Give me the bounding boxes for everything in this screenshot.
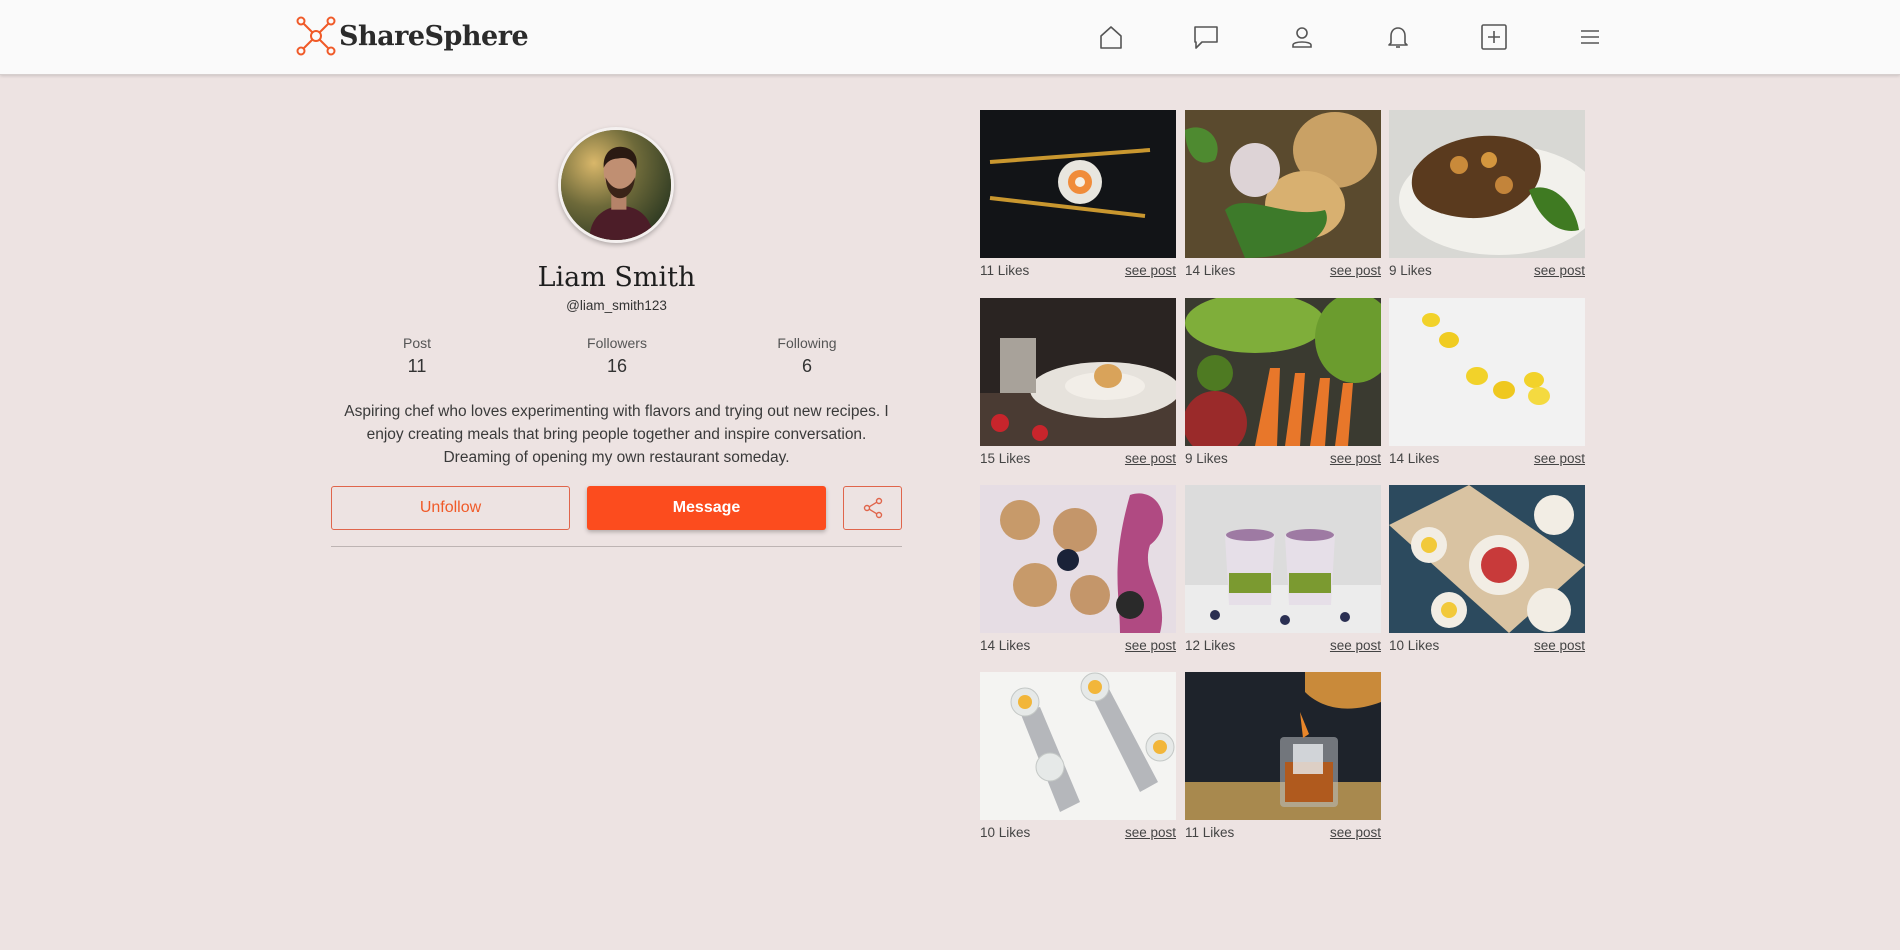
nav-profile-button[interactable]	[1285, 20, 1319, 54]
unfollow-button[interactable]: Unfollow	[331, 486, 570, 530]
post-likes: 14 Likes	[1389, 451, 1440, 466]
post-likes: 11 Likes	[980, 263, 1030, 278]
post-card: 14 Likes see post	[980, 485, 1176, 653]
brand-name: ShareSphere	[339, 20, 529, 52]
see-post-link[interactable]: see post	[1125, 638, 1176, 653]
avatar-photo	[561, 130, 671, 240]
post-likes: 12 Likes	[1185, 638, 1236, 653]
post-card: 12 Likes see post	[1185, 485, 1381, 653]
post-likes: 9 Likes	[1185, 451, 1228, 466]
see-post-link[interactable]: see post	[1125, 263, 1176, 278]
home-icon	[1100, 26, 1122, 49]
menu-icon	[1581, 30, 1599, 44]
post-image[interactable]	[1185, 298, 1381, 446]
network-logo-icon	[296, 16, 336, 56]
see-post-link[interactable]: see post	[1330, 638, 1381, 653]
stat-posts: Post 11	[347, 335, 487, 377]
bell-icon	[1388, 27, 1408, 48]
post-card: 14 Likes see post	[1389, 298, 1585, 466]
post-image[interactable]	[1389, 298, 1585, 446]
nav-home-button[interactable]	[1094, 20, 1128, 54]
post-card: 14 Likes see post	[1185, 110, 1381, 278]
post-image[interactable]	[1389, 485, 1585, 633]
brand-logo[interactable]: ShareSphere	[295, 16, 529, 56]
stat-value: 11	[407, 356, 427, 376]
see-post-link[interactable]: see post	[1534, 638, 1585, 653]
post-likes: 14 Likes	[980, 638, 1031, 653]
see-post-link[interactable]: see post	[1534, 451, 1585, 466]
post-likes: 15 Likes	[980, 451, 1031, 466]
post-card: 9 Likes see post	[1389, 110, 1585, 278]
nav-menu-button[interactable]	[1573, 20, 1607, 54]
stat-value: 16	[606, 356, 628, 376]
post-card: 11 Likes see post	[1185, 672, 1381, 840]
post-image[interactable]	[980, 110, 1176, 258]
nav-notifications-button[interactable]	[1381, 20, 1415, 54]
see-post-link[interactable]: see post	[1125, 825, 1176, 840]
see-post-link[interactable]: see post	[1330, 263, 1381, 278]
post-card: 9 Likes see post	[1185, 298, 1381, 466]
avatar[interactable]	[558, 127, 674, 243]
post-likes: 9 Likes	[1389, 263, 1432, 278]
stat-label: Following	[777, 335, 837, 351]
post-image[interactable]	[1185, 485, 1381, 633]
stat-label: Post	[402, 335, 431, 351]
profile-icon	[1292, 27, 1312, 48]
see-post-link[interactable]: see post	[1534, 263, 1585, 278]
post-likes: 14 Likes	[1185, 263, 1236, 278]
nav-chat-button[interactable]	[1189, 20, 1223, 54]
post-card: 11 Likes see post	[980, 110, 1176, 278]
post-likes: 10 Likes	[1389, 638, 1440, 653]
post-image[interactable]	[1389, 110, 1585, 258]
share-icon	[863, 497, 882, 519]
post-image[interactable]	[1185, 672, 1381, 820]
profile-name: Liam Smith	[537, 262, 696, 293]
post-image[interactable]	[1185, 110, 1381, 258]
see-post-link[interactable]: see post	[1330, 825, 1381, 840]
stat-value: 6	[801, 356, 812, 376]
see-post-link[interactable]: see post	[1330, 451, 1381, 466]
post-card: 15 Likes see post	[980, 298, 1176, 466]
profile-bio: Aspiring chef who loves experimenting wi…	[344, 403, 889, 466]
stat-label: Followers	[587, 335, 647, 351]
add-post-icon	[1481, 24, 1507, 50]
post-image[interactable]	[980, 672, 1176, 820]
post-card: 10 Likes see post	[1389, 485, 1585, 653]
post-card: 10 Likes see post	[980, 672, 1176, 840]
chat-icon	[1194, 26, 1218, 49]
post-image[interactable]	[980, 298, 1176, 446]
top-navbar: ShareSphere	[0, 0, 1900, 75]
profile-handle: @liam_smith123	[566, 298, 667, 313]
nav-add-post-button[interactable]	[1477, 20, 1511, 54]
post-likes: 11 Likes	[1185, 825, 1235, 840]
post-likes: 10 Likes	[980, 825, 1031, 840]
profile-divider	[331, 546, 902, 547]
see-post-link[interactable]: see post	[1125, 451, 1176, 466]
message-button[interactable]: Message	[587, 486, 826, 530]
share-button[interactable]	[843, 486, 902, 530]
stat-following[interactable]: Following 6	[737, 335, 877, 377]
post-image[interactable]	[980, 485, 1176, 633]
stat-followers[interactable]: Followers 16	[547, 335, 687, 377]
